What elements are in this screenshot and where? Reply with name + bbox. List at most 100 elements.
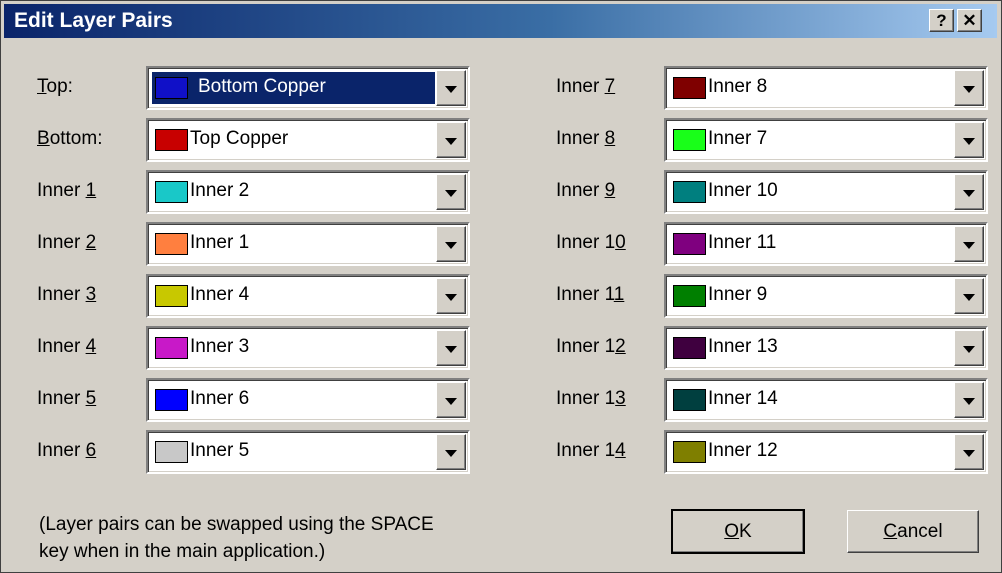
layer-color-swatch <box>673 285 706 307</box>
layer-label: Inner 10 <box>556 232 626 253</box>
combobox-selection: Inner 4 <box>152 280 435 312</box>
combobox-selection: Top Copper <box>152 124 435 156</box>
layer-label: Inner 3 <box>37 284 97 305</box>
dropdown-button[interactable] <box>436 434 466 470</box>
layer-pair-combobox[interactable]: Inner 13 <box>664 326 988 370</box>
layer-color-swatch <box>155 389 188 411</box>
layer-pair-combobox[interactable]: Inner 3 <box>146 326 470 370</box>
combobox-value: Inner 8 <box>708 76 768 97</box>
layer-pair-combobox[interactable]: Inner 11 <box>664 222 988 266</box>
dropdown-button[interactable] <box>954 70 984 106</box>
combobox-value: Inner 5 <box>190 440 250 461</box>
dropdown-button[interactable] <box>954 382 984 418</box>
chevron-down-icon <box>963 345 975 353</box>
dropdown-button[interactable] <box>954 174 984 210</box>
chevron-down-icon <box>963 85 975 93</box>
combobox-value: Inner 2 <box>190 180 250 201</box>
layer-pair-combobox[interactable]: Inner 14 <box>664 378 988 422</box>
dropdown-button[interactable] <box>436 226 466 262</box>
chevron-down-icon <box>963 137 975 145</box>
layer-label: Inner 9 <box>556 180 616 201</box>
chevron-down-icon <box>445 137 457 145</box>
layer-pair-combobox[interactable]: Inner 9 <box>664 274 988 318</box>
dropdown-button[interactable] <box>954 330 984 366</box>
layer-label: Inner 13 <box>556 388 626 409</box>
layer-color-swatch <box>673 181 706 203</box>
dropdown-button[interactable] <box>954 226 984 262</box>
layer-color-swatch <box>155 129 188 151</box>
dropdown-button[interactable] <box>954 434 984 470</box>
chevron-down-icon <box>445 397 457 405</box>
layer-pair-combobox[interactable]: Top Copper <box>146 118 470 162</box>
dropdown-button[interactable] <box>954 278 984 314</box>
ok-button[interactable]: OK <box>671 509 805 554</box>
dropdown-button[interactable] <box>436 382 466 418</box>
dropdown-button[interactable] <box>436 122 466 158</box>
chevron-down-icon <box>963 189 975 197</box>
cancel-label: Cancel <box>883 520 943 542</box>
layer-color-swatch <box>673 233 706 255</box>
close-button[interactable]: ✕ <box>957 9 982 32</box>
combobox-selection: Inner 12 <box>670 436 953 468</box>
layer-pair-combobox[interactable]: Inner 5 <box>146 430 470 474</box>
layer-color-swatch <box>155 181 188 203</box>
combobox-value: Inner 7 <box>708 128 768 149</box>
chevron-down-icon <box>445 449 457 457</box>
combobox-selection: Inner 7 <box>670 124 953 156</box>
layer-pair-combobox[interactable]: Inner 8 <box>664 66 988 110</box>
combobox-value: Inner 4 <box>190 284 250 305</box>
chevron-down-icon <box>963 241 975 249</box>
combobox-value: Inner 10 <box>708 180 778 201</box>
chevron-down-icon <box>445 85 457 93</box>
layer-color-swatch <box>155 285 188 307</box>
combobox-value: Inner 12 <box>708 440 778 461</box>
layer-color-swatch <box>155 337 188 359</box>
combobox-selection: Inner 6 <box>152 384 435 416</box>
chevron-down-icon <box>963 449 975 457</box>
combobox-value: Inner 9 <box>708 284 768 305</box>
combobox-selection: Inner 2 <box>152 176 435 208</box>
combobox-selection: Inner 8 <box>670 72 953 104</box>
dropdown-button[interactable] <box>436 278 466 314</box>
combobox-value: Inner 13 <box>708 336 778 357</box>
combobox-selection: Inner 13 <box>670 332 953 364</box>
layer-label: Inner 7 <box>556 76 616 97</box>
layer-color-swatch <box>673 337 706 359</box>
close-icon: ✕ <box>962 10 977 30</box>
combobox-selection: Inner 1 <box>152 228 435 260</box>
combobox-value: Top Copper <box>190 128 289 149</box>
combobox-value: Inner 3 <box>190 336 250 357</box>
layer-pair-combobox[interactable]: Inner 4 <box>146 274 470 318</box>
dialog-title: Edit Layer Pairs <box>14 9 173 32</box>
layer-pair-combobox[interactable]: Inner 10 <box>664 170 988 214</box>
combobox-selection: Inner 10 <box>670 176 953 208</box>
cancel-button[interactable]: Cancel <box>847 510 979 553</box>
layer-label: Inner 12 <box>556 336 626 357</box>
dropdown-button[interactable] <box>436 174 466 210</box>
chevron-down-icon <box>963 293 975 301</box>
dropdown-button[interactable] <box>954 122 984 158</box>
layer-pair-combobox[interactable]: Inner 6 <box>146 378 470 422</box>
layer-label: Inner 4 <box>37 336 97 357</box>
layer-pair-combobox[interactable]: Inner 2 <box>146 170 470 214</box>
dropdown-button[interactable] <box>436 70 466 106</box>
layer-label: Inner 11 <box>556 284 625 305</box>
layer-pair-combobox[interactable]: Inner 7 <box>664 118 988 162</box>
layer-label: Inner 8 <box>556 128 616 149</box>
layer-pair-combobox[interactable]: Inner 12 <box>664 430 988 474</box>
chevron-down-icon <box>963 397 975 405</box>
layer-color-swatch <box>673 129 706 151</box>
layer-label: Top: <box>37 76 73 97</box>
layer-pair-combobox[interactable]: Bottom Copper <box>146 66 470 110</box>
combobox-value: Inner 14 <box>708 388 778 409</box>
layer-color-swatch <box>155 441 188 463</box>
combobox-value: Inner 6 <box>190 388 250 409</box>
help-button[interactable]: ? <box>929 9 954 32</box>
combobox-value: Bottom Copper <box>198 76 326 97</box>
title-bar[interactable]: Edit Layer Pairs ? ✕ <box>4 4 997 38</box>
dropdown-button[interactable] <box>436 330 466 366</box>
combobox-selection: Bottom Copper <box>152 72 435 104</box>
combobox-value: Inner 11 <box>708 232 777 253</box>
combobox-value: Inner 1 <box>190 232 250 253</box>
layer-pair-combobox[interactable]: Inner 1 <box>146 222 470 266</box>
